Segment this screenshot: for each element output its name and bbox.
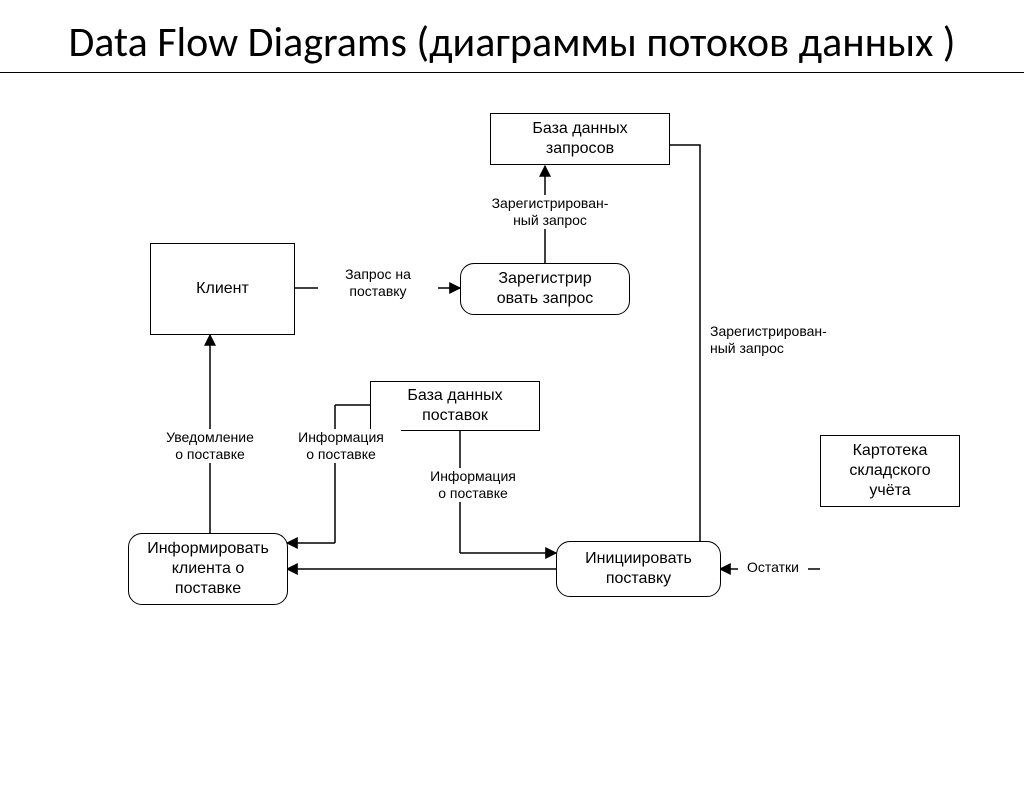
node-requests-db: База данных запросов bbox=[490, 113, 670, 165]
edge-inform-to-client: Уведомление о поставке bbox=[150, 429, 270, 463]
page-title: Data Flow Diagrams (диаграммы потоков да… bbox=[40, 18, 984, 68]
node-client: Клиент bbox=[150, 243, 295, 335]
node-warehouse-card: Картотека складского учёта bbox=[820, 435, 960, 507]
edge-db-to-initiate: Зарегистрирован- ный запрос bbox=[710, 323, 880, 357]
edge-supplies-to-initiate: Информация о поставке bbox=[413, 468, 533, 502]
node-inform-client: Информировать клиента о поставке bbox=[128, 533, 288, 605]
edge-register-to-db: Зарегистрирован- ный запрос bbox=[470, 195, 630, 229]
edge-client-to-register: Запрос на поставку bbox=[318, 266, 438, 300]
node-initiate-supply: Инициировать поставку bbox=[556, 541, 721, 597]
node-supplies-db: База данных поставок bbox=[370, 381, 540, 431]
node-register-request: Зарегистрир овать запрос bbox=[460, 263, 630, 315]
edge-warehouse-to-initiate: Остатки bbox=[738, 559, 808, 576]
edge-supplies-to-inform: Информация о поставке bbox=[281, 429, 401, 463]
diagram-canvas: Клиент Зарегистрир овать запрос База дан… bbox=[0, 73, 1024, 693]
